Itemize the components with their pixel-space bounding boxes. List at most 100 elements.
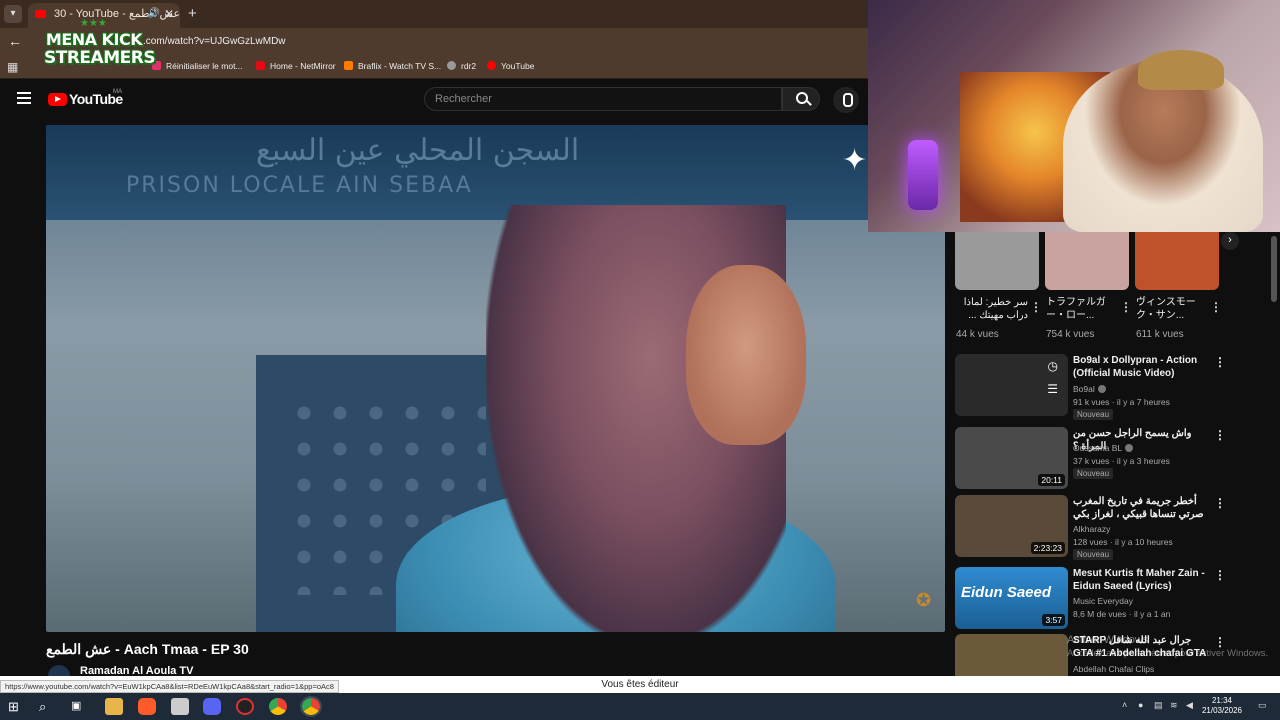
- youtube-favicon-icon: [35, 10, 46, 18]
- globe-icon: [447, 61, 456, 70]
- speaker-icon[interactable]: 🔊: [148, 3, 160, 25]
- short-item[interactable]: ヴィンスモーク・サン... 611 k vues ⋮: [1135, 232, 1222, 342]
- bookmark-reset-password[interactable]: Réinitialiser le mot...: [152, 61, 243, 71]
- short-views: 611 k vues: [1136, 329, 1184, 340]
- tab-close-icon[interactable]: ✕: [164, 3, 174, 25]
- list-item[interactable]: Eidun Saeed 3:57 Mesut Kurtis ft Maher Z…: [955, 567, 1226, 631]
- shorts-shelf: سر خطير: لماذا دراب مهيتك ... 44 k vues …: [955, 232, 1239, 342]
- apps-grid-icon[interactable]: ▦: [7, 60, 18, 74]
- bookmark-rdr2[interactable]: rdr2: [447, 61, 476, 71]
- youtube-logo-icon[interactable]: [48, 93, 67, 106]
- voice-search-mic-icon[interactable]: [833, 87, 859, 113]
- activate-windows-subtext: Accédez aux paramètres pour activer Wind…: [1067, 648, 1269, 659]
- video-title: عش الطمع - Aach Tmaa - EP 30: [46, 641, 249, 657]
- channel-watermark-icon: ✪: [916, 590, 932, 610]
- tab-title: 30 - YouTube - عش الطمع: [54, 8, 180, 20]
- tab-search-icon[interactable]: ▾: [4, 5, 22, 23]
- url-field[interactable]: .com/watch?v=UJGwGzLwMDw: [143, 36, 286, 47]
- hamburger-menu-icon[interactable]: [17, 92, 31, 104]
- microphone-icon[interactable]: ●: [1138, 700, 1143, 710]
- brave-icon[interactable]: [138, 698, 156, 715]
- task-view-icon[interactable]: ▣: [71, 698, 89, 715]
- rgb-lamp: [908, 140, 938, 210]
- video-thumbnail[interactable]: 20:11: [955, 427, 1068, 489]
- short-thumbnail[interactable]: [1045, 232, 1129, 290]
- bookmark-braflix[interactable]: Braflix - Watch TV S...: [344, 61, 441, 71]
- video-meta: 37 k vues · il y a 3 heures: [1073, 456, 1170, 466]
- list-item[interactable]: 2:23:23 أخطر جريمة في تاريخ المغرب صرتي …: [955, 495, 1226, 560]
- bookmark-youtube[interactable]: YouTube: [487, 61, 534, 71]
- more-options-icon[interactable]: ⋮: [1030, 300, 1042, 314]
- add-to-queue-icon[interactable]: ☰: [1047, 382, 1058, 396]
- new-tab-button[interactable]: +: [188, 5, 197, 22]
- volume-icon[interactable]: ◀: [1186, 700, 1193, 711]
- video-meta: 91 k vues · il y a 7 heures: [1073, 397, 1170, 407]
- more-options-icon[interactable]: ⋮: [1214, 355, 1226, 369]
- windows-start-icon[interactable]: ⊞: [8, 698, 26, 715]
- channel-name[interactable]: Bo9al: [1073, 384, 1106, 394]
- person-face: [686, 265, 806, 445]
- new-badge: Nouveau: [1073, 468, 1114, 479]
- wifi-icon[interactable]: ≋: [1170, 700, 1178, 711]
- duration-badge: 3:57: [1042, 614, 1065, 626]
- video-title[interactable]: Mesut Kurtis ft Maher Zain - Eidun Saeed…: [1073, 567, 1208, 593]
- more-options-icon[interactable]: ⋮: [1120, 300, 1132, 314]
- network-icon[interactable]: ▤: [1154, 700, 1163, 711]
- short-item[interactable]: トラファルガー・ロー... 754 k vues ⋮: [1045, 232, 1132, 342]
- system-clock[interactable]: 21:34 21/03/2026: [1200, 696, 1244, 716]
- short-thumbnail[interactable]: [1135, 232, 1219, 290]
- store-icon[interactable]: [171, 698, 189, 715]
- video-player[interactable]: السجن المحلي عين السبع PRISON LOCALE AIN…: [46, 125, 945, 632]
- recommendations-sidebar: سر خطير: لماذا دراب مهيتك ... 44 k vues …: [945, 232, 1280, 676]
- chrome-active-icon[interactable]: [300, 696, 322, 717]
- video-title[interactable]: أخطر جريمة في تاريخ المغرب صرتي تنساها ق…: [1073, 495, 1208, 521]
- channel-name[interactable]: Oussama BL: [1073, 443, 1134, 453]
- sidebar-scrollbar[interactable]: [1271, 236, 1277, 302]
- more-options-icon[interactable]: ⋮: [1214, 496, 1226, 510]
- verified-icon: [1097, 385, 1106, 393]
- short-title[interactable]: ヴィンスモーク・サン...: [1136, 296, 1208, 322]
- more-options-icon[interactable]: ⋮: [1214, 568, 1226, 582]
- discord-icon[interactable]: [203, 698, 221, 715]
- new-badge: Nouveau: [1073, 409, 1114, 420]
- channel-star-logo-icon: ✦: [842, 144, 868, 177]
- netmirror-icon: [256, 61, 265, 70]
- search-input[interactable]: Rechercher: [424, 87, 782, 111]
- short-views: 754 k vues: [1046, 329, 1095, 340]
- list-item[interactable]: 20:11 واش يسمح الراجل حسن من المرأة ؟ Ou…: [955, 427, 1226, 491]
- notifications-icon[interactable]: ▭: [1258, 700, 1267, 711]
- webcam-overlay: [868, 0, 1280, 232]
- chevron-right-icon[interactable]: ›: [1221, 232, 1239, 250]
- chrome-icon[interactable]: [269, 698, 287, 715]
- video-thumbnail[interactable]: 2:23:23: [955, 495, 1068, 557]
- channel-name[interactable]: Abdellah Chafai Clips: [1073, 664, 1154, 674]
- recorder-icon[interactable]: [236, 698, 254, 715]
- more-options-icon[interactable]: ⋮: [1210, 300, 1222, 314]
- short-item[interactable]: سر خطير: لماذا دراب مهيتك ... 44 k vues …: [955, 232, 1042, 342]
- video-title[interactable]: Bo9al x Dollypran - Action (Official Mus…: [1073, 354, 1208, 380]
- search-button[interactable]: [782, 87, 820, 111]
- mena-kick-streamers-logo: ★★★ MENA KICK STREAMERS: [44, 18, 156, 68]
- more-options-icon[interactable]: ⋮: [1214, 635, 1225, 649]
- channel-name[interactable]: Alkharazy: [1073, 524, 1110, 534]
- tray-chevron-icon[interactable]: ˄: [1122, 700, 1127, 710]
- hover-url-status: https://www.youtube.com/watch?v=EuW1kpCA…: [0, 680, 339, 693]
- file-explorer-icon[interactable]: [105, 698, 123, 715]
- verified-icon: [1125, 444, 1134, 452]
- youtube-header: YouTube MA Rechercher: [0, 80, 868, 120]
- more-options-icon[interactable]: ⋮: [1214, 428, 1226, 442]
- watch-later-clock-icon[interactable]: ◷: [1048, 359, 1058, 373]
- bookmark-netmirror[interactable]: Home - NetMirror: [256, 61, 336, 71]
- short-title[interactable]: トラファルガー・ロー...: [1046, 296, 1118, 322]
- video-thumbnail[interactable]: [955, 634, 1068, 676]
- list-item[interactable]: ◷ ☰ Bo9al x Dollypran - Action (Official…: [955, 354, 1226, 420]
- search-icon[interactable]: ⌕: [39, 698, 57, 715]
- video-thumbnail[interactable]: Eidun Saeed 3:57: [955, 567, 1068, 629]
- channel-name[interactable]: Music Everyday: [1073, 596, 1133, 606]
- video-thumbnail[interactable]: ◷ ☰: [955, 354, 1068, 416]
- short-thumbnail[interactable]: [955, 232, 1039, 290]
- back-arrow-icon[interactable]: ←: [8, 33, 22, 49]
- streamer-cap: [1138, 50, 1224, 90]
- stars-icon: ★★★: [80, 18, 107, 29]
- short-title[interactable]: سر خطير: لماذا دراب مهيتك ...: [956, 296, 1028, 322]
